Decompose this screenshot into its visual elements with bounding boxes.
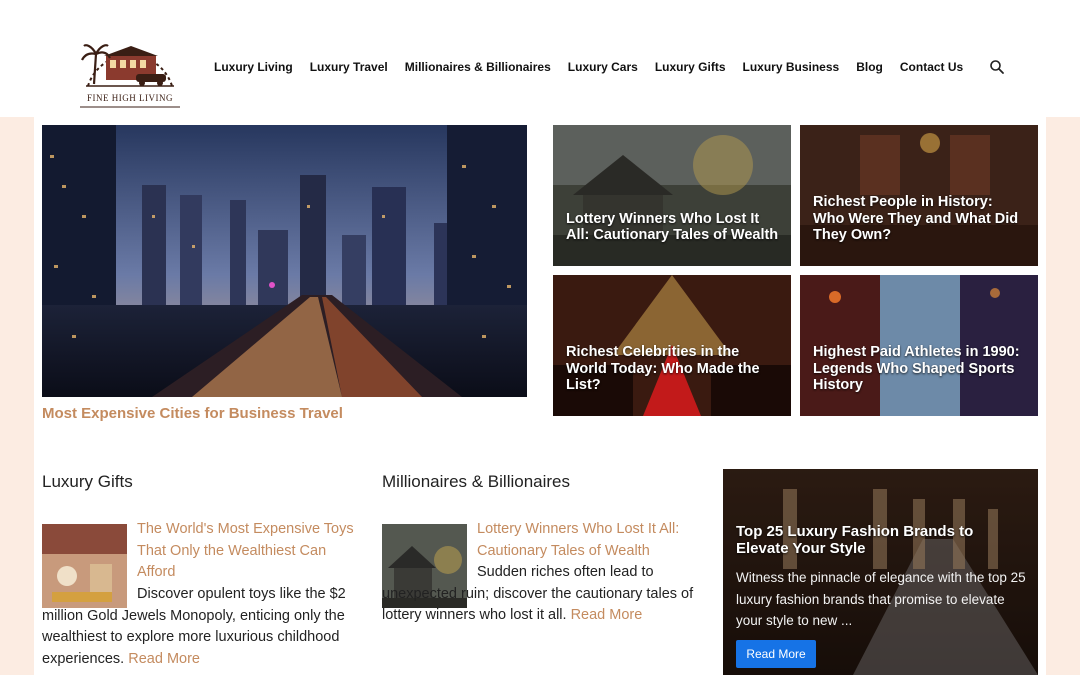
post-title[interactable]: The World's Most Expensive Toys That Onl…: [137, 519, 367, 584]
post-title[interactable]: Lottery Winners Who Lost It All: Caution…: [477, 519, 697, 562]
section-heading-luxury-gifts[interactable]: Luxury Gifts: [42, 472, 133, 492]
card-image: [553, 125, 791, 266]
card-lottery-winners[interactable]: Lottery Winners Who Lost It All: Caution…: [553, 125, 791, 266]
excerpt-text: Sudden riches often lead to unexpected r…: [382, 564, 694, 623]
nav-luxury-business[interactable]: Luxury Business: [743, 60, 840, 74]
nav-luxury-cars[interactable]: Luxury Cars: [568, 60, 638, 74]
post-excerpt: Discover opulent toys like the $2 millio…: [42, 584, 367, 670]
section-heading-millionaires-billionaires[interactable]: Millionaires & Billionaires: [382, 472, 570, 492]
card-title: Richest Celebrities in the World Today: …: [566, 343, 760, 394]
nav-millionaires-billionaires[interactable]: Millionaires & Billionaires: [405, 60, 551, 74]
card-title: Lottery Winners Who Lost It All: Caution…: [566, 210, 779, 244]
featured-post[interactable]: Top 25 Luxury Fashion Brands to Elevate …: [723, 469, 1038, 675]
nav-luxury-gifts[interactable]: Luxury Gifts: [655, 60, 726, 74]
hero-image[interactable]: [42, 125, 527, 397]
read-more-link[interactable]: Read More: [571, 607, 643, 623]
read-more-link[interactable]: Read More: [128, 651, 200, 667]
main-nav: Luxury Living Luxury Travel Millionaires…: [214, 60, 980, 74]
card-richest-celebrities[interactable]: Richest Celebrities in the World Today: …: [553, 275, 791, 416]
hero-title[interactable]: Most Expensive Cities for Business Trave…: [42, 405, 343, 422]
site-logo[interactable]: FINE HIGH LIVING: [76, 26, 184, 110]
main-content: Most Expensive Cities for Business Trave…: [34, 117, 1046, 675]
nav-blog[interactable]: Blog: [856, 60, 883, 74]
read-more-button[interactable]: Read More: [736, 640, 816, 668]
post-excerpt: Sudden riches often lead to unexpected r…: [382, 562, 707, 627]
featured-excerpt: Witness the pinnacle of elegance with th…: [736, 570, 1026, 628]
search-button[interactable]: [989, 59, 1005, 75]
card-title: Richest People in History: Who Were They…: [813, 193, 1019, 244]
featured-title[interactable]: Top 25 Luxury Fashion Brands to Elevate …: [736, 523, 1021, 558]
nav-contact-us[interactable]: Contact Us: [900, 60, 963, 74]
card-title: Highest Paid Athletes in 1990: Legends W…: [813, 343, 1020, 394]
site-header: FINE HIGH LIVING Luxury Living Luxury Tr…: [0, 0, 1080, 117]
logo-text: FINE HIGH LIVING: [87, 93, 173, 103]
card-richest-people[interactable]: Richest People in History: Who Were They…: [800, 125, 1038, 266]
nav-luxury-living[interactable]: Luxury Living: [214, 60, 293, 74]
nav-luxury-travel[interactable]: Luxury Travel: [310, 60, 388, 74]
search-icon: [990, 60, 1004, 74]
card-highest-paid-athletes[interactable]: Highest Paid Athletes in 1990: Legends W…: [800, 275, 1038, 416]
